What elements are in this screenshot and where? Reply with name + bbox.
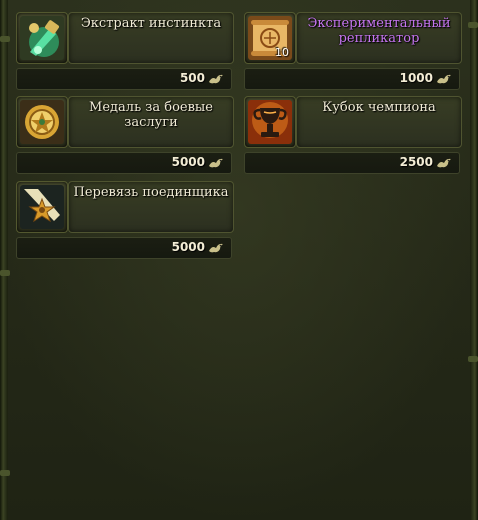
medal-icon — [20, 100, 64, 144]
item-price-box: 500 — [16, 68, 232, 90]
shop-item[interactable]: 10 Экспериментальный репликатор 1000 — [244, 12, 462, 96]
item-name-box: Перевязь поединщика — [68, 181, 234, 233]
extract-icon — [20, 16, 64, 60]
item-name-box: Кубок чемпиона — [296, 96, 462, 148]
frame-knot — [468, 22, 478, 28]
item-slot[interactable] — [16, 181, 68, 233]
bird-currency-icon — [209, 243, 223, 253]
bird-currency-icon — [209, 158, 223, 168]
item-price: 1000 — [399, 71, 433, 85]
frame-knot — [0, 36, 10, 42]
item-count: 10 — [275, 46, 289, 59]
item-price: 5000 — [171, 155, 205, 169]
item-slot[interactable] — [244, 96, 296, 148]
frame-knot — [0, 470, 10, 476]
item-price-box: 5000 — [16, 152, 232, 174]
sash-icon — [20, 185, 64, 229]
shop-item[interactable]: Медаль за боевые заслуги 5000 — [16, 96, 234, 180]
bird-currency-icon — [437, 74, 451, 84]
item-price-box: 2500 — [244, 152, 460, 174]
item-name-box: Экстракт инстинкта — [68, 12, 234, 64]
item-price: 2500 — [399, 155, 433, 169]
item-slot[interactable]: 10 — [244, 12, 296, 64]
shop-item[interactable]: Экстракт инстинкта 500 — [16, 12, 234, 96]
frame-knot — [0, 270, 10, 276]
item-name: Медаль за боевые заслуги — [89, 100, 213, 130]
item-price-box: 1000 — [244, 68, 460, 90]
item-name-box: Медаль за боевые заслуги — [68, 96, 234, 148]
frame-left — [0, 0, 8, 520]
replicator-scroll-icon: 10 — [248, 16, 292, 60]
item-name: Экспериментальный репликатор — [307, 16, 451, 46]
cup-icon — [248, 100, 292, 144]
bird-currency-icon — [437, 158, 451, 168]
item-name-box: Экспериментальный репликатор — [296, 12, 462, 64]
item-price: 5000 — [171, 240, 205, 254]
item-price: 500 — [179, 71, 205, 85]
frame-right — [470, 0, 478, 520]
item-slot[interactable] — [16, 12, 68, 64]
item-name: Кубок чемпиона — [322, 100, 436, 115]
frame-knot — [468, 356, 478, 362]
item-name: Перевязь поединщика — [73, 185, 229, 200]
shop-item[interactable]: Кубок чемпиона 2500 — [244, 96, 462, 180]
item-name: Экстракт инстинкта — [80, 16, 222, 31]
shop-item[interactable]: Перевязь поединщика 5000 — [16, 181, 234, 265]
bird-currency-icon — [209, 74, 223, 84]
item-price-box: 5000 — [16, 237, 232, 259]
item-slot[interactable] — [16, 96, 68, 148]
